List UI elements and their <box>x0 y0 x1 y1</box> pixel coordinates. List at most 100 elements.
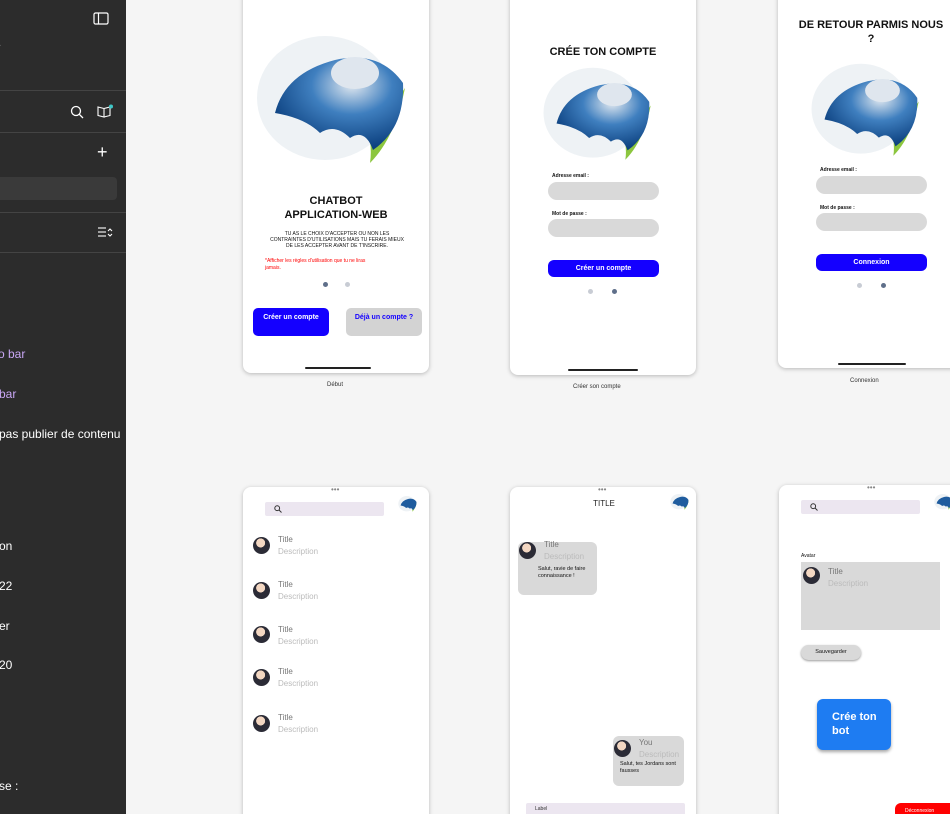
app-logo <box>257 36 405 163</box>
item-description: Description <box>278 679 319 688</box>
avatar[interactable] <box>803 567 820 584</box>
more-icon[interactable]: ••• <box>598 487 606 494</box>
selected-row[interactable] <box>0 177 117 200</box>
email-field[interactable] <box>816 176 927 194</box>
password-field[interactable] <box>548 219 659 237</box>
avatar <box>253 715 270 732</box>
password-label: Mot de passe : <box>820 205 855 211</box>
item-description: Description <box>278 547 319 556</box>
message-input[interactable]: Label <box>526 803 685 814</box>
avatar <box>519 542 536 559</box>
app-logo-small[interactable] <box>933 493 950 511</box>
divider <box>0 132 126 133</box>
layer-item[interactable]: pas publier de contenu <box>0 427 120 441</box>
page-dot[interactable] <box>345 282 350 287</box>
library-book-icon[interactable] <box>96 104 114 119</box>
user-message-text: Salut, tes Jordans sont fausses <box>620 761 676 774</box>
layer-item[interactable]: 22 <box>0 579 12 593</box>
avatar <box>253 537 270 554</box>
item-title: Title <box>278 580 293 589</box>
already-account-button[interactable]: Déjà un compte ? <box>346 308 422 336</box>
frame-creer-compte[interactable]: CRÉE TON COMPTE Adresse email : Mot de p… <box>510 0 696 375</box>
frame-profile[interactable]: ••• Avatar Title Description Sauvegarder… <box>779 485 950 814</box>
app-logo-small[interactable] <box>669 493 691 511</box>
card-description: Description <box>828 579 869 588</box>
search-input[interactable] <box>801 500 920 514</box>
avatar <box>614 740 631 757</box>
bot-message-text: Salut, ravie de faire connaissance ! <box>538 566 586 579</box>
home-indicator <box>305 367 371 369</box>
frame-debut[interactable]: CHATBOT APPLICATION-WEB TU AS LE CHOIX D… <box>243 0 429 373</box>
save-button[interactable]: Sauvegarder <box>801 645 861 660</box>
divider <box>0 90 126 91</box>
layer-item[interactable]: on <box>0 539 12 553</box>
page-dot-active[interactable] <box>612 289 617 294</box>
avatar <box>253 626 270 643</box>
divider <box>0 212 126 213</box>
create-account-submit-button[interactable]: Créer un compte <box>548 260 659 277</box>
page-dot[interactable] <box>588 289 593 294</box>
search-icon <box>274 505 282 513</box>
email-field[interactable] <box>548 182 659 200</box>
user-description: Description <box>639 750 680 759</box>
page-dot[interactable] <box>857 283 862 288</box>
app-logo-small[interactable] <box>397 495 419 513</box>
email-label: Adresse email : <box>552 173 589 179</box>
create-account-button[interactable]: Créer un compte <box>253 308 329 336</box>
item-description: Description <box>278 592 319 601</box>
rules-link[interactable]: *Afficher les règles d'utilisation que t… <box>265 258 375 272</box>
item-description: Description <box>278 725 319 734</box>
page-title: CRÉE TON COMPTE <box>549 46 657 58</box>
frame-caption: Début <box>327 382 344 388</box>
layer-item[interactable]: er <box>0 619 10 633</box>
divider <box>0 252 126 253</box>
frame-connexion[interactable]: DE RETOUR PARMIS NOUS ? Adresse email : … <box>778 0 950 368</box>
item-title: Title <box>278 625 293 634</box>
item-description: Description <box>278 637 319 646</box>
page-title: DE RETOUR PARMIS NOUS ? <box>798 19 944 45</box>
more-icon[interactable]: ••• <box>331 487 339 494</box>
layer-item[interactable]: bar <box>0 387 16 401</box>
card-title: Title <box>828 567 843 576</box>
more-icon[interactable]: ••• <box>867 485 875 492</box>
home-indicator <box>568 369 638 371</box>
profile-card <box>801 562 940 630</box>
search-input[interactable] <box>265 502 384 516</box>
password-field[interactable] <box>816 213 927 231</box>
intro-paragraph: TU AS LE CHOIX D'ACCEPTER OU NON LES CON… <box>270 231 404 249</box>
bot-title: Title <box>544 540 559 549</box>
avatar <box>253 582 270 599</box>
app-logo <box>811 63 919 156</box>
layer-item[interactable]: o bar <box>0 347 25 361</box>
user-title: You <box>639 738 653 747</box>
bot-description: Description <box>544 552 585 561</box>
item-title: Title <box>278 535 293 544</box>
home-indicator <box>838 363 906 365</box>
page-dot-active[interactable] <box>881 283 886 288</box>
login-button[interactable]: Connexion <box>816 254 927 271</box>
add-icon[interactable]: + <box>97 142 108 163</box>
logout-button[interactable]: Déconnexion <box>895 803 950 814</box>
title-line-2: APPLICATION-WEB <box>284 209 388 221</box>
avatar <box>253 669 270 686</box>
layer-item[interactable]: se : <box>0 779 18 793</box>
page-dot-active[interactable] <box>323 282 328 287</box>
left-sidebar: · + o bar bar pas publier de contenu on … <box>0 0 126 814</box>
frame-conversation-list[interactable]: ••• Title Description Title Description … <box>243 487 429 814</box>
title-line-1: CHATBOT <box>309 195 363 207</box>
frame-caption: Connexion <box>850 378 879 384</box>
search-icon <box>810 503 818 511</box>
design-canvas[interactable]: CHATBOT APPLICATION-WEB TU AS LE CHOIX D… <box>126 0 950 814</box>
create-bot-button[interactable]: Crée ton bot <box>817 699 891 750</box>
list-settings-icon[interactable] <box>97 226 113 239</box>
avatar-label: Avatar <box>801 553 816 559</box>
layer-item[interactable]: 20 <box>0 658 12 672</box>
search-icon[interactable] <box>70 105 84 119</box>
item-title: Title <box>278 667 293 676</box>
message-input-label: Label <box>535 806 548 812</box>
sidebar-toggle-icon[interactable] <box>93 12 109 25</box>
app-logo <box>543 67 651 160</box>
email-label: Adresse email : <box>820 167 857 173</box>
frame-caption: Créer son compte <box>573 384 621 390</box>
frame-chat[interactable]: ••• TITLE Title Description Salut, ravie… <box>510 487 696 814</box>
